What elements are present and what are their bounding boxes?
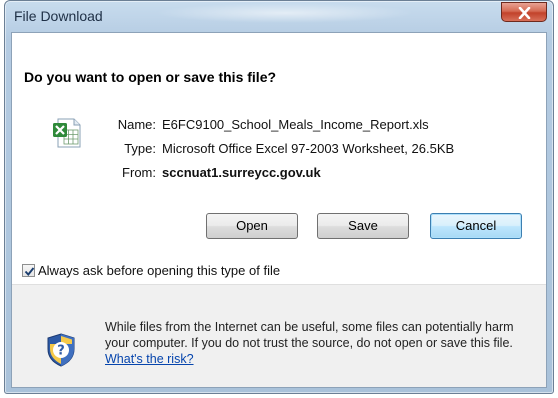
excel-file-icon bbox=[53, 118, 81, 148]
dialog-question: Do you want to open or save this file? bbox=[24, 69, 277, 85]
type-label: Type: bbox=[124, 141, 156, 156]
warning-text: While files from the Internet can be use… bbox=[105, 319, 535, 367]
name-value: E6FC9100_School_Meals_Income_Report.xls bbox=[162, 117, 429, 132]
always-ask-checkbox[interactable] bbox=[22, 264, 35, 277]
file-download-dialog: File Download Do you want to open or sav… bbox=[4, 0, 554, 394]
dialog-body: Do you want to open or save this file? N… bbox=[11, 32, 547, 388]
svg-text:?: ? bbox=[57, 344, 65, 359]
cancel-button[interactable]: Cancel bbox=[430, 213, 522, 239]
security-shield-icon: ? bbox=[47, 333, 75, 367]
always-ask-label: Always ask before opening this type of f… bbox=[38, 263, 281, 278]
save-button[interactable]: Save bbox=[317, 213, 409, 239]
whats-the-risk-link[interactable]: What's the risk? bbox=[105, 352, 194, 366]
title-bar-glow bbox=[155, 3, 415, 23]
close-button[interactable] bbox=[501, 2, 547, 22]
from-label: From: bbox=[122, 165, 156, 180]
type-value: Microsoft Office Excel 97-2003 Worksheet… bbox=[162, 141, 455, 156]
title-bar[interactable]: File Download bbox=[5, 1, 553, 31]
name-label: Name: bbox=[117, 117, 156, 132]
window-title: File Download bbox=[14, 8, 103, 24]
checkmark-icon bbox=[24, 267, 35, 276]
warning-message: While files from the Internet can be use… bbox=[105, 320, 514, 350]
open-button[interactable]: Open bbox=[206, 213, 298, 239]
from-value: sccnuat1.surreycc.gov.uk bbox=[162, 165, 321, 180]
close-icon bbox=[518, 7, 531, 19]
